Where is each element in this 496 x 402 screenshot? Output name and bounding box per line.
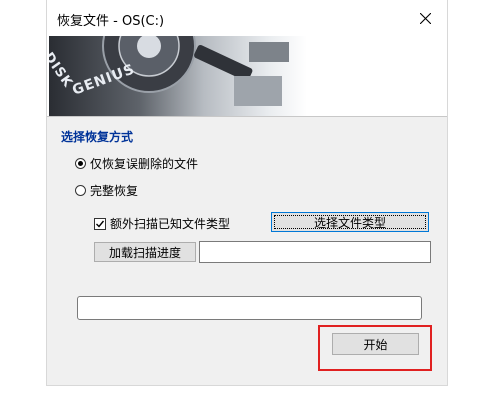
checkmark-icon: [96, 220, 105, 228]
radio-label: 完整恢复: [90, 184, 139, 198]
checkbox-label: 额外扫描已知文件类型: [110, 217, 231, 231]
radio-label: 仅恢复误删除的文件: [90, 157, 199, 171]
select-file-types-button[interactable]: 选择文件类型: [271, 212, 429, 232]
disk-genius-banner-image: DISK GENIUS: [49, 36, 307, 116]
window-title: 恢复文件 - OS(C:): [57, 14, 165, 29]
radio-button-checked[interactable]: [75, 158, 86, 169]
close-button[interactable]: [403, 0, 447, 36]
progress-file-path-field[interactable]: [199, 241, 431, 263]
button-label: 加载扫描进度: [108, 245, 181, 260]
title-bar: 恢复文件 - OS(C:): [47, 0, 447, 36]
progress-bar: [77, 296, 422, 320]
checkbox[interactable]: [94, 217, 106, 230]
checkbox-extra-scan[interactable]: 额外扫描已知文件类型: [94, 215, 230, 232]
close-icon: [419, 12, 431, 24]
radio-recover-deleted[interactable]: 仅恢复误删除的文件: [75, 155, 198, 172]
section-title: 选择恢复方式: [61, 130, 134, 144]
banner: DISK GENIUS: [47, 36, 447, 116]
button-label: 开始: [363, 337, 388, 352]
recover-files-dialog: 恢复文件 - OS(C:) DISK GENIUS 选择恢复方式 仅恢复误删除的…: [46, 0, 448, 386]
load-scan-progress-button[interactable]: 加载扫描进度: [94, 242, 196, 262]
button-label: 选择文件类型: [313, 215, 386, 230]
banner-divider: [47, 116, 447, 117]
radio-button[interactable]: [75, 185, 86, 196]
start-button[interactable]: 开始: [332, 333, 419, 355]
radio-full-recovery[interactable]: 完整恢复: [75, 182, 138, 199]
